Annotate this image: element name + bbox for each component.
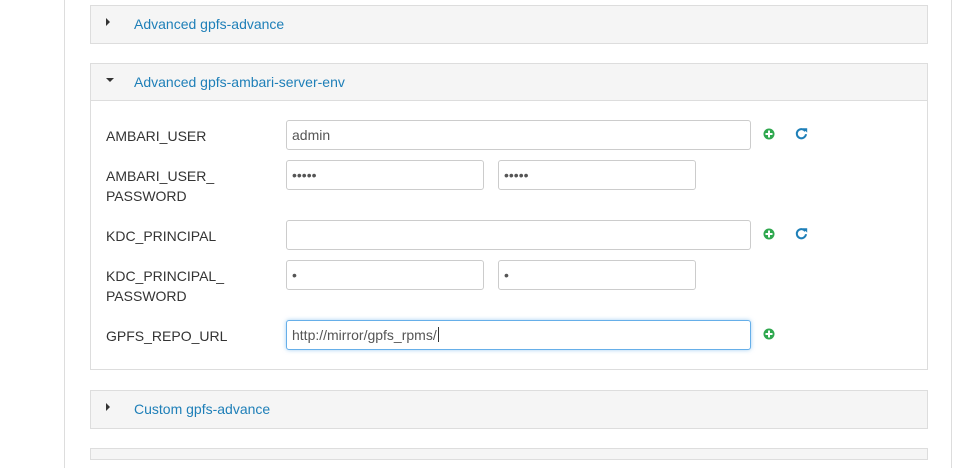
refresh-icon[interactable] — [795, 127, 809, 141]
field-label-line2: PASSWORD — [106, 188, 187, 204]
panel-advanced-ambari-server-env: Advanced gpfs-ambari-server-env AMBARI_U… — [90, 63, 928, 370]
field-label: KDC_PRINCIPAL_ PASSWORD — [106, 266, 266, 306]
add-icon[interactable] — [763, 228, 777, 242]
field-label-line2: PASSWORD — [106, 288, 187, 304]
panel-title[interactable]: Custom gpfs-advance — [134, 401, 270, 417]
ambari-password-confirm-input[interactable]: ••••• — [498, 160, 696, 190]
panel-heading-advanced-ambari-server-env[interactable]: Advanced gpfs-ambari-server-env — [91, 64, 927, 101]
panel-title[interactable]: Advanced gpfs-advance — [134, 16, 284, 32]
caret-right-icon — [106, 403, 110, 411]
field-label: AMBARI_USER — [106, 128, 207, 144]
field-label: GPFS_REPO_URL — [106, 328, 228, 344]
panel-advanced-gpfs-advance: Advanced gpfs-advance — [90, 5, 928, 44]
panel-next-section[interactable] — [90, 448, 928, 460]
panel-custom-gpfs-advance: Custom gpfs-advance — [90, 390, 928, 429]
panel-heading-custom-gpfs-advance[interactable]: Custom gpfs-advance — [91, 391, 927, 428]
kdc-principal-input[interactable] — [286, 220, 751, 250]
panel-title[interactable]: Advanced gpfs-ambari-server-env — [134, 74, 345, 90]
ambari-password-input[interactable]: ••••• — [286, 160, 484, 190]
text-cursor — [437, 327, 439, 342]
refresh-icon[interactable] — [795, 227, 809, 241]
add-icon[interactable] — [763, 128, 777, 142]
gpfs-repo-url-input[interactable]: http://mirror/gpfs_rpms/ — [286, 320, 751, 350]
field-label-line1: AMBARI_USER_ — [106, 168, 215, 184]
field-label-line1: KDC_PRINCIPAL_ — [106, 268, 225, 284]
kdc-password-input[interactable]: • — [286, 260, 484, 290]
kdc-password-confirm-input[interactable]: • — [498, 260, 696, 290]
panel-heading-advanced-gpfs-advance[interactable]: Advanced gpfs-advance — [91, 6, 927, 43]
gpfs-repo-url-value: http://mirror/gpfs_rpms/ — [292, 327, 437, 343]
field-label: AMBARI_USER_ PASSWORD — [106, 166, 266, 206]
add-icon[interactable] — [763, 328, 777, 342]
ambari-user-input[interactable]: admin — [286, 120, 751, 150]
field-label: KDC_PRINCIPAL — [106, 228, 217, 244]
caret-down-icon — [106, 78, 114, 82]
caret-right-icon — [106, 18, 110, 26]
